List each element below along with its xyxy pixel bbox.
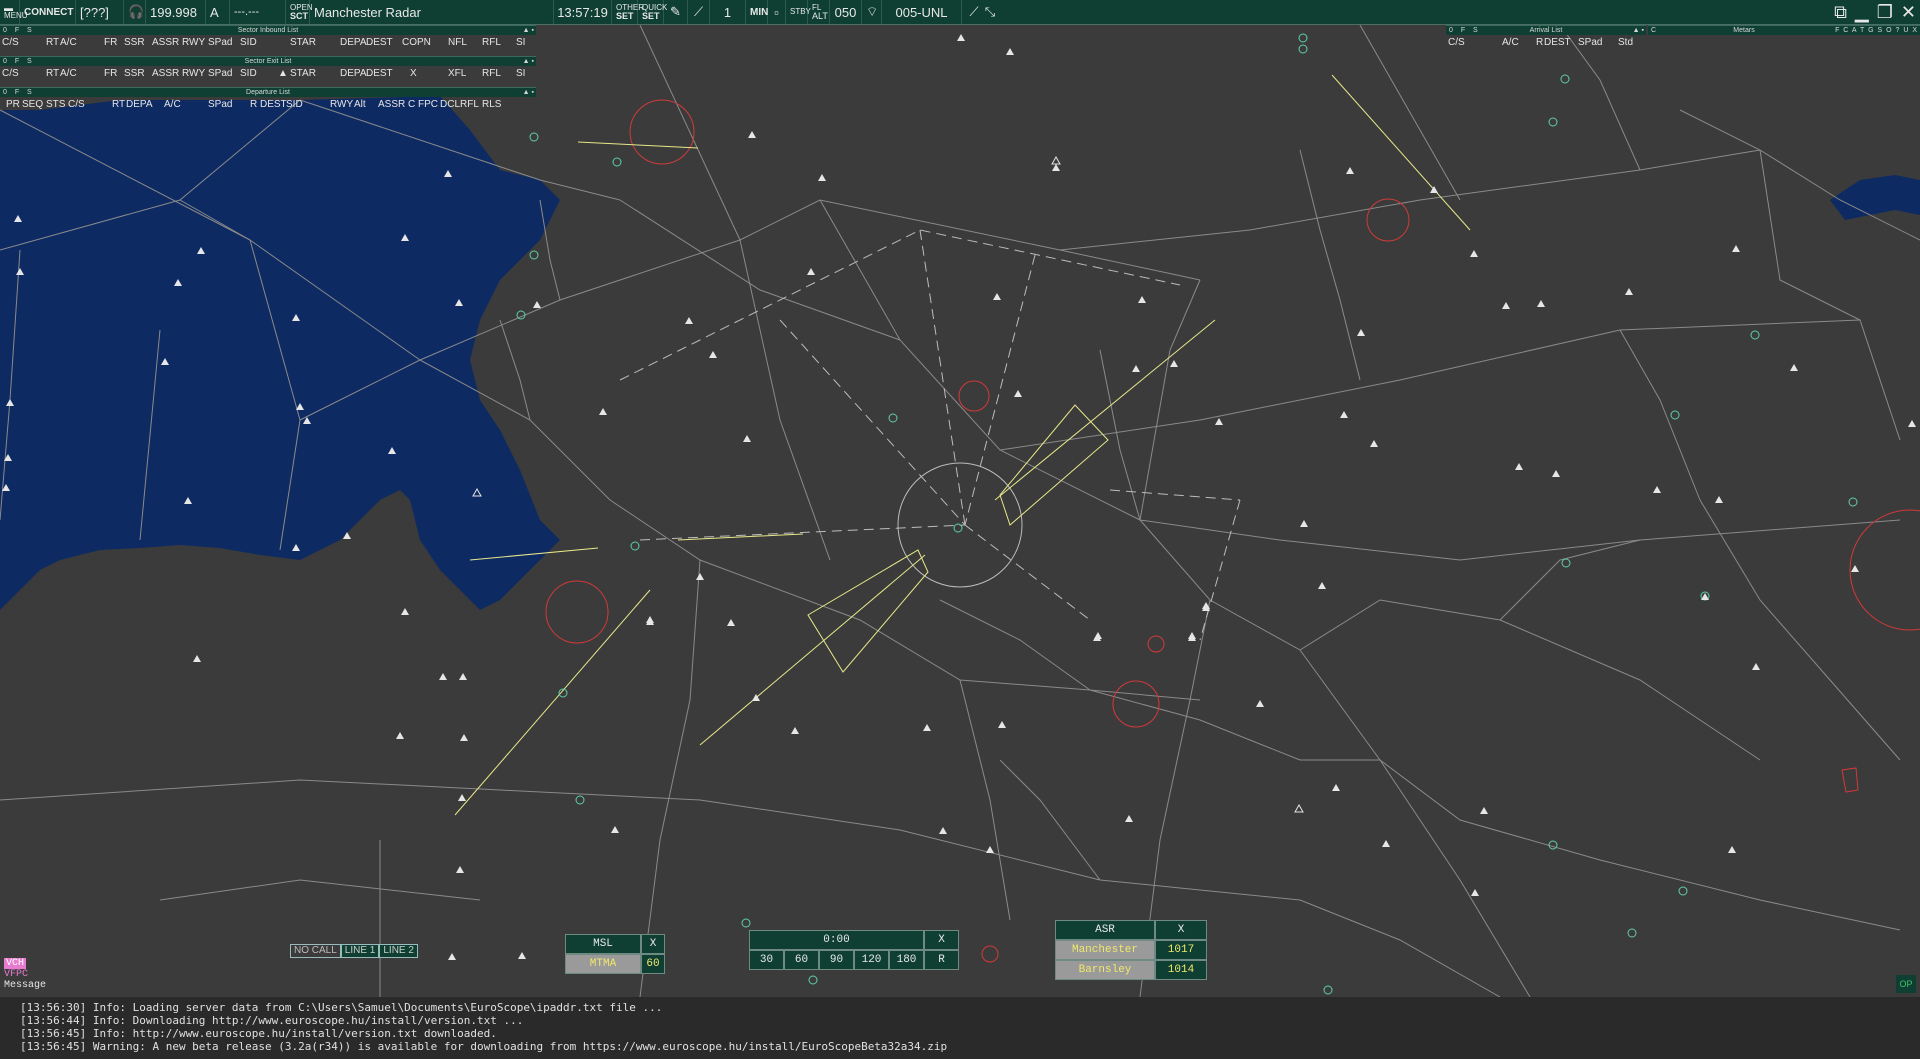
- log-line: [13:56:45] Warning: A new beta release (…: [20, 1040, 948, 1053]
- msl-widget[interactable]: MSL X MTMA 60: [565, 934, 665, 976]
- sector-exit-header: C/S RT A/C FR SSR ASSR RWY SPad SID ▲ ST…: [2, 66, 526, 81]
- connect-button[interactable]: CONNECT: [20, 0, 76, 24]
- signal-button[interactable]: ⌔: [862, 0, 882, 24]
- line1-button[interactable]: LINE 1: [340, 944, 380, 958]
- stby-button[interactable]: STBY: [786, 0, 811, 24]
- fl-alt-button[interactable]: FL ALT: [808, 0, 830, 24]
- msl-area-name: MTMA: [565, 954, 641, 974]
- clock: 13:57:19: [554, 0, 612, 24]
- msl-value[interactable]: 60: [641, 954, 665, 974]
- asr-row-value[interactable]: 1014: [1155, 960, 1207, 980]
- radar-map[interactable]: [0, 25, 1920, 997]
- line-tool-button[interactable]: ⟋: [688, 0, 710, 24]
- message-tab[interactable]: Message: [4, 980, 46, 991]
- secondary-frequency[interactable]: ---.---: [230, 0, 286, 24]
- log-line: [13:56:44] Info: Downloading http://www.…: [20, 1014, 524, 1027]
- message-log[interactable]: [13:56:30] Info: Loading server data fro…: [0, 997, 1920, 1059]
- metars-buttons[interactable]: F C A T G S O ? U X: [1835, 26, 1918, 35]
- transition-level[interactable]: 050: [830, 0, 862, 24]
- asr-widget[interactable]: ASR X Manchester 1017 Barnsley 1014: [1055, 920, 1207, 980]
- asr-row-name: Barnsley: [1055, 960, 1155, 980]
- sector-exit-title-bar[interactable]: 0 F S Sector Exit List ▲ ▪: [0, 56, 536, 66]
- timer-close-button[interactable]: X: [924, 930, 959, 950]
- sector-inbound-list[interactable]: 0 F S Sector Inbound List ▲ ▪ C/S RT A/C…: [0, 25, 536, 50]
- arrival-list[interactable]: 0 F S Arrival List ▲ ▪ C/S A/C R DEST SP…: [1446, 25, 1646, 50]
- asr-row-name: Manchester: [1055, 940, 1155, 960]
- signal-icon: ⌔: [866, 4, 879, 19]
- sea-area: [0, 96, 1920, 610]
- sector-inbound-title-bar[interactable]: 0 F S Sector Inbound List ▲ ▪: [0, 25, 536, 35]
- departure-title-bar[interactable]: 0 F S Departure List ▲ ▪: [0, 87, 536, 97]
- restricted-areas: [545, 99, 1920, 963]
- sector-exit-list[interactable]: 0 F S Sector Exit List ▲ ▪ C/S RT A/C FR…: [0, 56, 536, 81]
- log-line: [13:56:30] Info: Loading server data fro…: [20, 1001, 663, 1014]
- minimize-icon[interactable]: ▁: [1855, 2, 1869, 23]
- panel-controls-icon[interactable]: ▲ ▪: [523, 88, 534, 97]
- atis-letter[interactable]: A: [206, 0, 230, 24]
- arrival-title-bar[interactable]: 0 F S Arrival List ▲ ▪: [1446, 25, 1646, 35]
- restore-icon[interactable]: ❐: [1877, 2, 1893, 23]
- panel-controls-icon[interactable]: ▲ ▪: [1633, 26, 1644, 35]
- asr-header: ASR: [1055, 920, 1155, 940]
- open-sct-button[interactable]: OPEN SCT: [286, 0, 313, 24]
- primary-frequency[interactable]: 199.998: [146, 0, 206, 24]
- metars-title-bar[interactable]: C Metars F C A T G S O ? U X: [1648, 25, 1920, 35]
- timer-preset-180[interactable]: 180: [889, 950, 924, 970]
- other-set-button[interactable]: OTHER SET: [612, 0, 644, 24]
- ruler-tools[interactable]: ⟋ ⤡: [962, 0, 1002, 24]
- departure-header: PR SEQ STS C/S RT DEPA A/C SPad R DEST S…: [6, 99, 502, 110]
- position-name: Manchester Radar: [310, 0, 554, 24]
- menu-button[interactable]: ▬ MENU: [0, 0, 28, 24]
- timer-display: 0:00: [749, 930, 924, 950]
- headset-button[interactable]: 🎧: [124, 0, 146, 24]
- log-line: [13:56:45] Info: http://www.euroscope.hu…: [20, 1027, 497, 1040]
- counter: 1: [710, 0, 746, 24]
- op-indicator[interactable]: OP: [1896, 975, 1916, 993]
- sector-inbound-header: C/S RT A/C FR SSR ASSR RWY SPad SID STAR…: [2, 37, 526, 48]
- square-button[interactable]: ▫: [768, 0, 786, 24]
- chat-tabs: VCH VFPC Message: [4, 958, 46, 991]
- timer-widget[interactable]: 0:00 X 30 60 90 120 180 R: [749, 930, 959, 972]
- line2-button[interactable]: LINE 2: [379, 944, 418, 958]
- no-call-button[interactable]: NO CALL: [290, 944, 341, 958]
- headset-icon: 🎧: [128, 4, 145, 19]
- timer-preset-120[interactable]: 120: [854, 950, 889, 970]
- navaids: [516, 33, 1858, 995]
- call-lines: NO CALL LINE 1 LINE 2: [290, 944, 418, 958]
- measure-icon: ⤡: [984, 4, 996, 19]
- msl-header: MSL: [565, 934, 641, 954]
- panel-controls-icon[interactable]: ▲ ▪: [523, 57, 534, 66]
- timer-preset-30[interactable]: 30: [749, 950, 784, 970]
- pen-icon: ✎: [670, 4, 681, 19]
- sort-arrow-icon[interactable]: ▲: [278, 66, 288, 81]
- panel-controls-icon[interactable]: ▲ ▪: [523, 26, 534, 35]
- filter-button[interactable]: ✎: [664, 0, 688, 24]
- vfpc-tab[interactable]: VFPC: [4, 969, 46, 980]
- timer-preset-90[interactable]: 90: [819, 950, 854, 970]
- timer-preset-60[interactable]: 60: [784, 950, 819, 970]
- min-button[interactable]: MIN: [746, 0, 768, 24]
- window-controls: ⧉ ▁ ❐ ✕: [1834, 0, 1916, 24]
- asr-row-value[interactable]: 1017: [1155, 940, 1207, 960]
- timer-reset-button[interactable]: R: [924, 950, 959, 970]
- asr-close-button[interactable]: X: [1155, 920, 1207, 940]
- departure-list[interactable]: 0 F S Departure List ▲ ▪ PR SEQ STS C/S …: [0, 87, 536, 112]
- ruler-icon: ⟋: [969, 4, 979, 19]
- vch-tab[interactable]: VCH: [4, 958, 27, 969]
- approach-lines: [619, 229, 1241, 641]
- runway-centerlines: [454, 74, 1471, 816]
- square-icon: ▫: [774, 4, 779, 20]
- top-toolbar: ▬ MENU CONNECT [???] 🎧 199.998 A ---.---…: [0, 0, 1920, 25]
- metars-list[interactable]: C Metars F C A T G S O ? U X: [1648, 25, 1920, 35]
- close-icon[interactable]: ✕: [1901, 2, 1916, 23]
- connect-status: [???]: [76, 0, 124, 24]
- popout-icon[interactable]: ⧉: [1834, 2, 1847, 23]
- arrival-header: C/S A/C R DEST SPad Std: [1448, 37, 1634, 48]
- msl-close-button[interactable]: X: [641, 934, 665, 954]
- level-filter[interactable]: 005-UNL: [882, 0, 962, 24]
- line-tool-icon: ⟋: [693, 4, 704, 19]
- quick-set-button[interactable]: QUICK SET: [638, 0, 667, 24]
